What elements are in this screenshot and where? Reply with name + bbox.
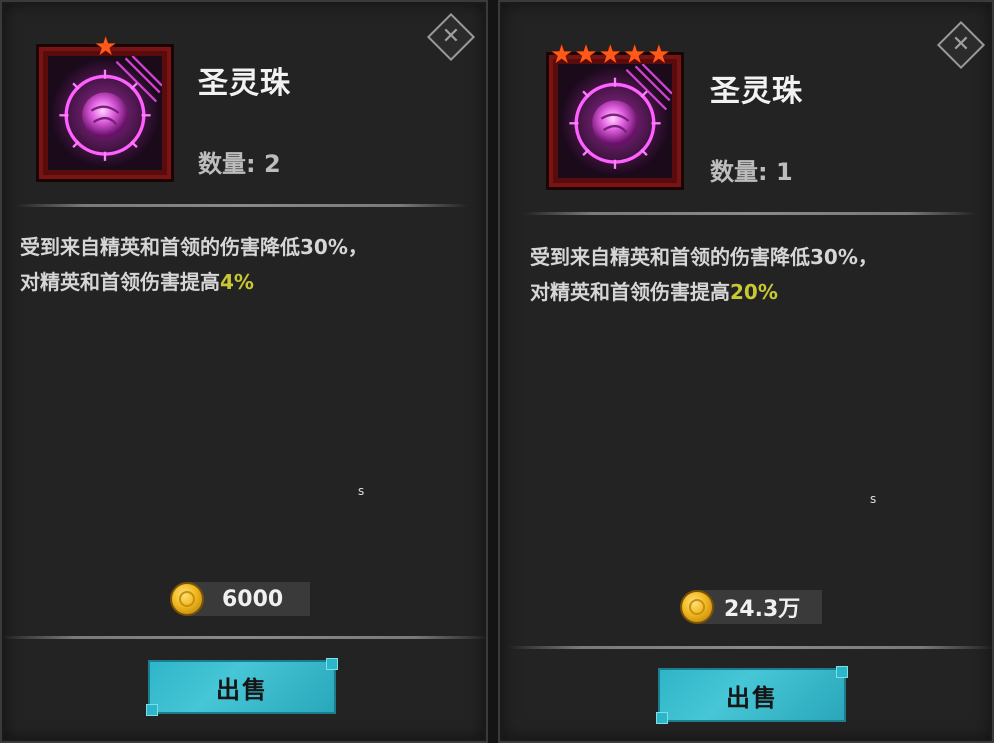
description-text: 对精英和首领伤害提高 xyxy=(530,280,730,304)
close-icon: ✕ xyxy=(441,24,461,49)
divider xyxy=(16,204,468,207)
divider xyxy=(508,646,994,649)
description-line-1: 受到来自精英和首领的伤害降低30%， xyxy=(530,245,878,269)
coin-icon xyxy=(680,590,714,624)
price-value: 24.3万 xyxy=(724,597,801,622)
coin-icon xyxy=(170,582,204,616)
item-description: 受到来自精英和首领的伤害降低30%， 对精英和首领伤害提高4% xyxy=(20,230,368,300)
item-quantity: 数量: 1 xyxy=(710,158,793,186)
star-icon: ★ xyxy=(647,40,671,70)
description-highlight: 4% xyxy=(220,270,254,294)
button-corner xyxy=(326,658,338,670)
sell-button-label: 出售 xyxy=(726,683,778,712)
button-corner xyxy=(146,704,158,716)
description-text: 对精英和首领伤害提高 xyxy=(20,270,220,294)
item-description: 受到来自精英和首领的伤害降低30%， 对精英和首领伤害提高20% xyxy=(530,240,878,310)
item-detail-panel-left: ✕ ★ 圣灵珠 数量: 2 受到来自精英和首领的伤害降低30%， 对精英和首领伤… xyxy=(0,0,488,743)
description-line-2: 对精英和首领伤害提高4% xyxy=(20,265,368,300)
close-button[interactable]: ✕ xyxy=(936,20,986,70)
item-icon-frame xyxy=(36,44,174,182)
star-icon: ★ xyxy=(598,40,622,70)
item-detail-panel-right: ✕ ★ ★ ★ ★ ★ 圣灵珠 数量: 1 受到来自精英和首领的伤害降低30%，… xyxy=(498,0,994,743)
description-line-1: 受到来自精英和首领的伤害降低30%， xyxy=(20,235,368,259)
star-icon: ★ xyxy=(574,40,598,70)
close-icon: ✕ xyxy=(951,32,971,57)
item-quantity: 数量: 2 xyxy=(198,150,281,178)
price-box: 24.3万 xyxy=(696,590,822,624)
item-name: 圣灵珠 xyxy=(710,74,803,109)
marker-text: s xyxy=(870,492,877,506)
sell-button[interactable]: 出售 xyxy=(146,658,338,716)
marker-text: s xyxy=(358,484,365,498)
button-corner xyxy=(836,666,848,678)
button-corner xyxy=(656,712,668,724)
description-line-2: 对精英和首领伤害提高20% xyxy=(530,275,878,310)
sell-button-label: 出售 xyxy=(216,675,268,704)
pink-orb-icon xyxy=(48,56,162,170)
item-name: 圣灵珠 xyxy=(198,66,291,101)
star-rating: ★ xyxy=(94,34,117,60)
description-highlight: 20% xyxy=(730,280,778,304)
sell-button[interactable]: 出售 xyxy=(656,666,848,724)
item-icon-frame xyxy=(546,52,684,190)
divider xyxy=(524,212,976,215)
price-box: 6000 xyxy=(186,582,310,616)
pink-orb-icon xyxy=(558,64,672,178)
price-value: 6000 xyxy=(222,586,284,612)
divider xyxy=(2,636,488,639)
star-icon: ★ xyxy=(622,40,647,70)
close-button[interactable]: ✕ xyxy=(426,12,476,62)
star-icon: ★ xyxy=(94,32,118,62)
star-rating: ★ ★ ★ ★ ★ xyxy=(550,42,671,68)
star-icon: ★ xyxy=(550,40,574,70)
